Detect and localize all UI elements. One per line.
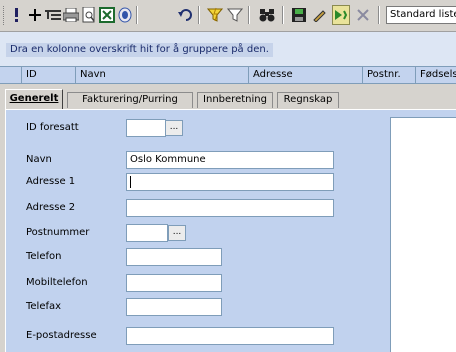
postnummer-field[interactable]	[126, 224, 168, 242]
grid-header: ID Navn Adresse Postnr. Fødsels	[0, 66, 456, 84]
text-cursor	[130, 176, 131, 188]
column-header-fodsels[interactable]: Fødsels	[415, 67, 456, 83]
tab-regnskap[interactable]: Regnskap	[277, 92, 339, 108]
toolbar-grip[interactable]	[3, 6, 7, 25]
postnummer-label: Postnummer	[26, 227, 90, 238]
adresse2-label: Adresse 2	[26, 202, 76, 213]
id-label: ID foresatt	[26, 122, 79, 133]
adresse1-field[interactable]	[126, 173, 334, 191]
undo-icon[interactable]	[176, 5, 194, 25]
add-icon[interactable]	[26, 5, 44, 25]
binoculars-icon[interactable]	[258, 5, 276, 25]
tab-generelt[interactable]: Generelt	[5, 89, 63, 109]
column-header-adresse[interactable]: Adresse	[248, 67, 362, 83]
row-selector-header[interactable]	[0, 67, 21, 83]
toolbar-separator	[136, 6, 138, 24]
excel-icon[interactable]	[98, 5, 116, 25]
telefax-label: Telefax	[26, 301, 62, 312]
telefon-label: Telefon	[26, 251, 62, 262]
toolbar-separator	[282, 6, 284, 24]
adresse1-label: Adresse 1	[26, 176, 76, 187]
indent-icon[interactable]	[44, 5, 62, 25]
toolbar-separator	[248, 6, 250, 24]
column-header-navn[interactable]: Navn	[75, 67, 248, 83]
navn-field[interactable]: Oslo Kommune	[126, 151, 334, 169]
filter-icon[interactable]	[226, 5, 244, 25]
tab-fakturering-label: Fakturering/Purring	[82, 94, 178, 105]
tab-innberetning[interactable]: Innberetning	[197, 92, 273, 108]
column-header-id[interactable]: ID	[21, 67, 75, 83]
tab-innberetning-label: Innberetning	[203, 94, 267, 105]
epost-field[interactable]	[126, 327, 334, 345]
adresse2-field[interactable]	[126, 199, 334, 217]
navn-label: Navn	[26, 154, 52, 165]
outlook-icon[interactable]	[116, 5, 134, 25]
group-by-hint: Dra en kolonne overskrift hit for å grup…	[6, 43, 273, 57]
edit-pencil-icon[interactable]	[310, 5, 328, 25]
toolbar-separator	[378, 6, 380, 24]
telefax-field[interactable]	[126, 298, 222, 316]
toolbar: Standard liste	[0, 0, 456, 32]
side-panel	[390, 117, 456, 352]
telefon-field[interactable]	[126, 248, 222, 266]
toolbar-separator	[198, 6, 200, 24]
tab-fakturering-purring[interactable]: Fakturering/Purring	[67, 92, 193, 108]
id-field[interactable]	[126, 119, 166, 137]
id-browse-button[interactable]: ...	[165, 120, 183, 136]
mobiltelefon-label: Mobiltelefon	[26, 277, 88, 288]
filter-clear-icon[interactable]	[206, 5, 224, 25]
postnummer-browse-button[interactable]: ...	[168, 225, 186, 241]
tab-generelt-label: Generelt	[9, 93, 59, 104]
print-icon[interactable]	[62, 5, 80, 25]
column-header-postnr[interactable]: Postnr.	[362, 67, 415, 83]
save-icon[interactable]	[290, 5, 308, 25]
print-preview-icon[interactable]	[80, 5, 98, 25]
run-next-icon[interactable]	[332, 5, 350, 25]
tab-regnskap-label: Regnskap	[283, 94, 333, 105]
epost-label: E-postadresse	[26, 330, 97, 341]
mobiltelefon-field[interactable]	[126, 274, 222, 292]
list-select[interactable]: Standard liste	[386, 6, 456, 24]
exclamation-icon[interactable]	[8, 5, 26, 25]
cancel-icon[interactable]	[354, 5, 372, 25]
